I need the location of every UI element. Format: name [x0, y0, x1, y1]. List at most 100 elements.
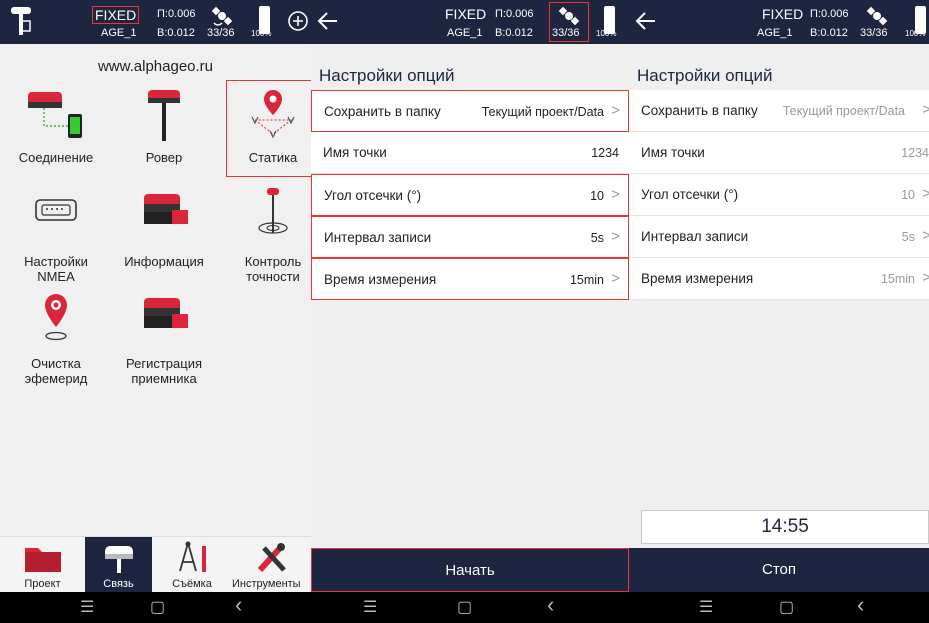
grid-item-ephemeris[interactable]: Очистка эфемерид — [9, 290, 103, 386]
tab-tools[interactable]: Инструменты — [232, 537, 311, 593]
setting-row-point-name[interactable]: Имя точки 1234 — [629, 132, 929, 174]
start-button[interactable]: Начать — [311, 548, 629, 592]
grid-item-label: Ровер — [145, 150, 183, 165]
setting-row-folder[interactable]: Сохранить в папку Текущий проект/Data > — [311, 90, 629, 132]
age-label: AGE_1 — [447, 27, 483, 39]
b-precision: B:0.012 — [157, 27, 195, 39]
grid-item-rover[interactable]: Ровер — [117, 84, 211, 165]
setting-value: Текущий проект/Data — [481, 105, 604, 119]
tab-connection[interactable]: Связь — [85, 537, 152, 593]
menu-nav-icon[interactable]: ☰ — [80, 597, 94, 617]
setting-value: 10 — [901, 188, 915, 202]
tab-label: Связь — [103, 578, 134, 590]
satellite-icon — [866, 6, 888, 26]
setting-value: 15min — [569, 273, 604, 287]
setting-value: 15min — [880, 272, 915, 286]
setting-label: Интервал записи — [324, 230, 432, 245]
page-title: Настройки опций — [637, 66, 773, 85]
tab-survey[interactable]: Съёмка — [152, 537, 232, 593]
settings-panel-stop: FIXED AGE_1 П:0.006 B:0.012 33/36 100% Н… — [629, 0, 929, 623]
setting-value: 5s — [901, 230, 915, 244]
system-nav-bar: ☰ ▢ ‹ — [629, 592, 929, 623]
p-precision: П:0.006 — [157, 8, 196, 20]
setting-row-cutoff-angle[interactable]: Угол отсечки (°) 10 > — [629, 174, 929, 216]
add-circle-icon[interactable] — [287, 10, 309, 32]
folder-icon — [23, 540, 63, 574]
battery-percent: 100% — [251, 29, 272, 38]
connection-panel: FIXED AGE_1 П:0.006 B:0.012 33/36 100% w… — [0, 0, 311, 623]
chevron-right-icon: > — [922, 185, 929, 202]
grid-item-label: Настройки NMEA — [24, 254, 88, 284]
status-bar: FIXED AGE_1 П:0.006 B:0.012 33/36 100% — [629, 0, 929, 44]
home-nav-icon[interactable]: ▢ — [779, 597, 794, 617]
setting-value: 1234 — [591, 146, 619, 160]
fix-status: FIXED — [92, 6, 140, 24]
setting-row-point-name[interactable]: Имя точки 1234 — [311, 132, 629, 174]
back-arrow-icon[interactable] — [317, 10, 339, 32]
receiver-phone-icon — [24, 84, 88, 144]
satellite-count: 33/36 — [207, 27, 235, 39]
setting-row-interval[interactable]: Интервал записи 5s > — [629, 216, 929, 258]
receiver-device-icon — [11, 7, 31, 35]
grid-item-static[interactable]: Статика — [226, 80, 311, 177]
page-title: Настройки опций — [319, 66, 455, 85]
system-nav-bar: ☰ ▢ ‹ — [0, 592, 311, 623]
chevron-right-icon: > — [611, 186, 620, 203]
setting-row-interval[interactable]: Интервал записи 5s > — [311, 216, 629, 258]
setting-row-duration[interactable]: Время измерения 15min > — [311, 258, 629, 300]
home-nav-icon[interactable]: ▢ — [150, 597, 165, 617]
chevron-right-icon: > — [611, 102, 620, 119]
setting-label: Время измерения — [641, 271, 754, 286]
age-label: AGE_1 — [757, 27, 793, 39]
setting-label: Время измерения — [324, 272, 437, 287]
b-precision: B:0.012 — [810, 27, 848, 39]
setting-row-folder[interactable]: Сохранить в папку Текущий проект/Data > — [629, 90, 929, 132]
status-bar: FIXED AGE_1 П:0.006 B:0.012 33/36 100% — [311, 0, 629, 44]
stop-button[interactable]: Стоп — [629, 548, 929, 592]
receiver-info-icon — [132, 188, 196, 248]
setting-row-duration[interactable]: Время измерения 15min > — [629, 258, 929, 300]
settings-panel-start: FIXED AGE_1 П:0.006 B:0.012 33/36 100% Н… — [311, 0, 629, 623]
fix-status: FIXED — [445, 6, 487, 22]
receiver-register-icon — [132, 290, 196, 350]
settings-list: Сохранить в папку Текущий проект/Data > … — [311, 90, 629, 300]
grid-item-register[interactable]: Регистрация приемника — [117, 290, 211, 386]
grid-item-label: Очистка эфемерид — [24, 356, 88, 386]
satellite-icon — [211, 6, 233, 26]
satellite-icon — [558, 6, 580, 26]
back-nav-icon[interactable]: ‹ — [857, 592, 864, 618]
grid-item-accuracy[interactable]: Контроль точности — [226, 188, 311, 284]
satellite-count: 33/36 — [552, 27, 580, 39]
b-precision: B:0.012 — [495, 27, 533, 39]
rover-icon — [132, 84, 196, 144]
menu-nav-icon[interactable]: ☰ — [699, 597, 713, 617]
grid-item-label: Статика — [248, 150, 298, 165]
setting-label: Имя точки — [641, 145, 705, 160]
back-arrow-icon[interactable] — [635, 10, 657, 32]
setting-value: Текущий проект/Data — [782, 104, 905, 118]
grid-item-label: Соединение — [18, 150, 94, 165]
setting-label: Имя точки — [323, 145, 387, 160]
tab-label: Проект — [24, 578, 61, 590]
home-nav-icon[interactable]: ▢ — [457, 597, 472, 617]
tab-project[interactable]: Проект — [0, 537, 85, 593]
grid-item-nmea[interactable]: Настройки NMEA — [9, 188, 103, 284]
grid-item-label: Контроль точности — [244, 254, 302, 284]
back-nav-icon[interactable]: ‹ — [235, 592, 242, 618]
setting-label: Интервал записи — [641, 229, 749, 244]
setting-value: 5s — [590, 231, 604, 245]
chevron-right-icon: > — [611, 228, 620, 245]
setting-label: Сохранить в папку — [641, 103, 758, 118]
back-nav-icon[interactable]: ‹ — [547, 592, 554, 618]
setting-row-cutoff-angle[interactable]: Угол отсечки (°) 10 > — [311, 174, 629, 216]
setting-label: Угол отсечки (°) — [641, 187, 739, 202]
chevron-right-icon: > — [922, 227, 929, 244]
grid-item-connection[interactable]: Соединение — [9, 84, 103, 165]
tab-label: Съёмка — [172, 578, 212, 590]
p-precision: П:0.006 — [495, 8, 534, 20]
elapsed-timer: 14:55 — [641, 510, 929, 544]
battery-percent: 100% — [596, 29, 617, 38]
menu-nav-icon[interactable]: ☰ — [363, 597, 377, 617]
grid-item-info[interactable]: Информация — [117, 188, 211, 269]
setting-value: 10 — [590, 189, 604, 203]
